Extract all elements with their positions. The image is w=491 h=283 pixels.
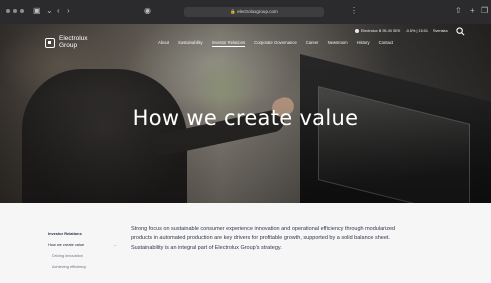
nav-career[interactable]: Career — [306, 40, 319, 47]
reader-icon[interactable]: ⋮ — [350, 6, 358, 16]
nav-newsroom[interactable]: Newsroom — [328, 40, 348, 47]
zoom-window-button[interactable] — [20, 9, 24, 13]
back-arrow-icon[interactable]: ‹ — [57, 6, 60, 16]
share-price-widget[interactable]: Electrolux B 95.40 SEK — [355, 29, 400, 33]
collapse-icon[interactable]: – — [114, 239, 116, 250]
window-controls[interactable] — [6, 9, 24, 13]
tab-overview-icon[interactable]: ❐ — [481, 6, 488, 16]
language-link[interactable]: Svenska — [433, 29, 448, 33]
new-tab-icon[interactable]: + — [470, 6, 475, 16]
share-change: -0.5% | 15:01 — [405, 29, 428, 33]
minimize-window-button[interactable] — [13, 9, 17, 13]
nav-history[interactable]: History — [357, 40, 370, 47]
top-utility-bar: Electrolux B 95.40 SEK -0.5% | 15:01 Sve… — [355, 29, 448, 33]
sidebar-item-achieving-efficiency[interactable]: Achieving efficiency — [48, 261, 86, 272]
nav-contact[interactable]: Contact — [379, 40, 393, 47]
sidebar-item-driving-innovation[interactable]: Driving innovation — [48, 250, 86, 261]
section-sidebar: Investor Relations How we create value –… — [48, 228, 116, 272]
sidebar-item-how-we-create-value[interactable]: How we create value – — [48, 239, 116, 250]
address-bar[interactable]: 🔒 electroluxgroup.com — [184, 7, 324, 17]
browser-toolbar: ▣ ⌄ ‹ › ◉ 🔒 electroluxgroup.com ⋮ ⇧ + ❐ — [0, 0, 491, 24]
nav-corporate-governance[interactable]: Corporate Governance — [254, 40, 297, 47]
sidebar-toggle-icon[interactable]: ▣ — [33, 6, 41, 16]
content-area: Investor Relations How we create value –… — [0, 203, 491, 283]
sidebar-item-investor-relations[interactable]: Investor Relations — [48, 228, 86, 239]
main-nav: About Sustainability Investor Relations … — [158, 40, 393, 47]
forward-arrow-icon[interactable]: › — [67, 6, 70, 16]
nav-investor-relations[interactable]: Investor Relations — [211, 40, 246, 47]
lock-icon: 🔒 — [230, 9, 236, 14]
share-icon[interactable]: ⇧ — [455, 6, 462, 16]
page-title: How we create value — [132, 106, 359, 130]
search-icon[interactable] — [456, 27, 465, 36]
shield-icon[interactable]: ◉ — [144, 6, 151, 16]
electrolux-logo-icon — [45, 37, 55, 48]
share-price-icon — [355, 29, 359, 33]
site-logo[interactable]: Electrolux Group — [45, 35, 89, 49]
close-window-button[interactable] — [6, 9, 10, 13]
logo-line2: Group — [59, 41, 78, 49]
tab-menu-chevron-icon[interactable]: ⌄ — [46, 6, 53, 16]
nav-about[interactable]: About — [158, 40, 169, 47]
url-text: electroluxgroup.com — [237, 9, 278, 14]
nav-sustainability[interactable]: Sustainability — [178, 40, 203, 47]
intro-paragraph: Strong focus on sustainable consumer exp… — [131, 226, 396, 251]
